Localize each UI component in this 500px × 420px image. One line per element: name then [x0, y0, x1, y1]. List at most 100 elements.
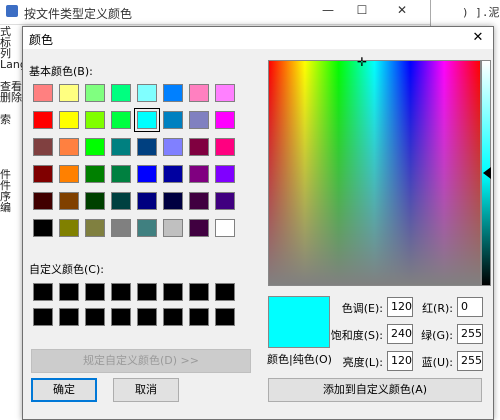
- custom-color-swatch[interactable]: [215, 308, 235, 326]
- basic-color-swatch[interactable]: [59, 138, 79, 156]
- background-text-fragment: 查看: [0, 81, 22, 92]
- basic-color-swatch[interactable]: [137, 219, 157, 237]
- basic-color-swatch[interactable]: [163, 192, 183, 210]
- custom-color-swatch[interactable]: [163, 283, 183, 301]
- custom-color-swatch[interactable]: [111, 308, 131, 326]
- basic-color-swatch[interactable]: [137, 138, 157, 156]
- close-button[interactable]: ✕: [392, 3, 412, 19]
- basic-color-swatch[interactable]: [111, 165, 131, 183]
- background-code-text: ) ].泥: [462, 6, 500, 19]
- basic-color-swatch[interactable]: [134, 108, 160, 132]
- basic-color-swatch[interactable]: [59, 192, 79, 210]
- basic-color-swatch[interactable]: [163, 165, 183, 183]
- custom-color-swatch[interactable]: [59, 308, 79, 326]
- basic-color-swatch[interactable]: [189, 165, 209, 183]
- basic-color-swatch[interactable]: [215, 111, 235, 129]
- luminance-input[interactable]: 120: [387, 351, 413, 371]
- luminance-arrow-icon[interactable]: [483, 167, 491, 179]
- custom-color-swatch[interactable]: [189, 283, 209, 301]
- basic-color-swatch[interactable]: [215, 192, 235, 210]
- basic-color-swatch[interactable]: [111, 219, 131, 237]
- background-text-fragment: 序: [0, 191, 11, 202]
- basic-color-swatch[interactable]: [33, 111, 53, 129]
- basic-color-swatch[interactable]: [59, 111, 79, 129]
- custom-color-swatch[interactable]: [33, 308, 53, 326]
- basic-color-swatch[interactable]: [59, 219, 79, 237]
- saturation-input[interactable]: 240: [387, 324, 413, 344]
- basic-color-swatch[interactable]: [33, 84, 53, 102]
- saturation-label: 饱和度(S):: [330, 329, 383, 342]
- basic-color-swatch[interactable]: [189, 219, 209, 237]
- basic-color-swatch[interactable]: [85, 192, 105, 210]
- basic-color-swatch[interactable]: [215, 219, 235, 237]
- custom-color-swatch[interactable]: [111, 283, 131, 301]
- preview-label: 颜色|纯色(O): [267, 353, 332, 366]
- basic-color-swatch[interactable]: [163, 138, 183, 156]
- spectrum-crosshair-icon: ✛: [357, 55, 368, 69]
- basic-color-swatch[interactable]: [215, 138, 235, 156]
- basic-color-swatch[interactable]: [111, 192, 131, 210]
- basic-color-swatch[interactable]: [85, 84, 105, 102]
- basic-color-swatch[interactable]: [33, 192, 53, 210]
- blue-label: 蓝(U):: [421, 356, 453, 369]
- basic-color-swatch[interactable]: [111, 84, 131, 102]
- background-text-fragment: [0, 136, 22, 147]
- custom-color-swatch[interactable]: [59, 283, 79, 301]
- basic-color-swatch[interactable]: [163, 84, 183, 102]
- basic-color-swatch[interactable]: [111, 111, 131, 129]
- basic-color-swatch[interactable]: [33, 219, 53, 237]
- custom-color-swatch[interactable]: [137, 308, 157, 326]
- basic-color-swatch[interactable]: [215, 84, 235, 102]
- dialog-close-button[interactable]: ✕: [467, 29, 489, 47]
- basic-color-swatch[interactable]: [137, 84, 157, 102]
- basic-color-swatch[interactable]: [85, 138, 105, 156]
- basic-colors-label: 基本颜色(B):: [29, 65, 93, 78]
- basic-color-swatch[interactable]: [59, 165, 79, 183]
- custom-color-swatch[interactable]: [215, 283, 235, 301]
- maximize-button[interactable]: ☐: [352, 3, 372, 19]
- red-label: 红(R):: [422, 302, 453, 315]
- custom-color-swatch[interactable]: [85, 283, 105, 301]
- background-text-fragment: 编: [0, 202, 11, 213]
- add-to-custom-colors-button[interactable]: 添加到自定义颜色(A): [268, 378, 482, 402]
- basic-color-swatch[interactable]: [189, 84, 209, 102]
- basic-color-swatch[interactable]: [33, 165, 53, 183]
- basic-color-swatch[interactable]: [189, 138, 209, 156]
- color-spectrum[interactable]: [268, 60, 481, 286]
- luminance-label: 亮度(L):: [342, 356, 383, 369]
- basic-color-swatch[interactable]: [163, 219, 183, 237]
- custom-color-swatch[interactable]: [163, 308, 183, 326]
- background-left-text: 式标列Lang 查看删除索件件序编: [0, 26, 22, 213]
- background-text-fragment: 索: [0, 114, 11, 125]
- minimize-button[interactable]: —: [318, 3, 338, 19]
- basic-color-swatch[interactable]: [111, 138, 131, 156]
- ok-button[interactable]: 确定: [31, 378, 97, 402]
- basic-color-swatch[interactable]: [137, 192, 157, 210]
- dialog-title-bar: 颜色 ✕: [23, 27, 493, 49]
- cancel-button[interactable]: 取消: [113, 378, 179, 402]
- basic-color-swatch[interactable]: [137, 165, 157, 183]
- basic-color-swatch[interactable]: [215, 165, 235, 183]
- basic-color-swatch[interactable]: [59, 84, 79, 102]
- hue-input[interactable]: 120: [387, 297, 413, 317]
- basic-color-swatch[interactable]: [85, 219, 105, 237]
- basic-color-swatch[interactable]: [163, 111, 183, 129]
- red-input[interactable]: 0: [457, 297, 483, 317]
- color-preview: [268, 296, 330, 348]
- basic-color-swatch[interactable]: [33, 138, 53, 156]
- custom-color-swatch[interactable]: [137, 283, 157, 301]
- blue-input[interactable]: 255: [457, 351, 483, 371]
- background-text-fragment: 列: [0, 48, 11, 59]
- background-window-title: 按文件类型定义颜色: [24, 7, 133, 21]
- basic-color-swatch[interactable]: [85, 165, 105, 183]
- custom-color-swatch[interactable]: [85, 308, 105, 326]
- basic-color-swatch[interactable]: [189, 192, 209, 210]
- background-title-bar: 按文件类型定义颜色 — ☐ ✕: [0, 0, 430, 25]
- define-custom-colors-button[interactable]: 规定自定义颜色(D) >>: [31, 349, 251, 373]
- basic-color-swatch[interactable]: [189, 111, 209, 129]
- custom-color-swatch[interactable]: [33, 283, 53, 301]
- green-input[interactable]: 255: [457, 324, 483, 344]
- custom-color-swatch[interactable]: [189, 308, 209, 326]
- basic-color-swatch[interactable]: [85, 111, 105, 129]
- background-text-fragment: 式: [0, 26, 11, 37]
